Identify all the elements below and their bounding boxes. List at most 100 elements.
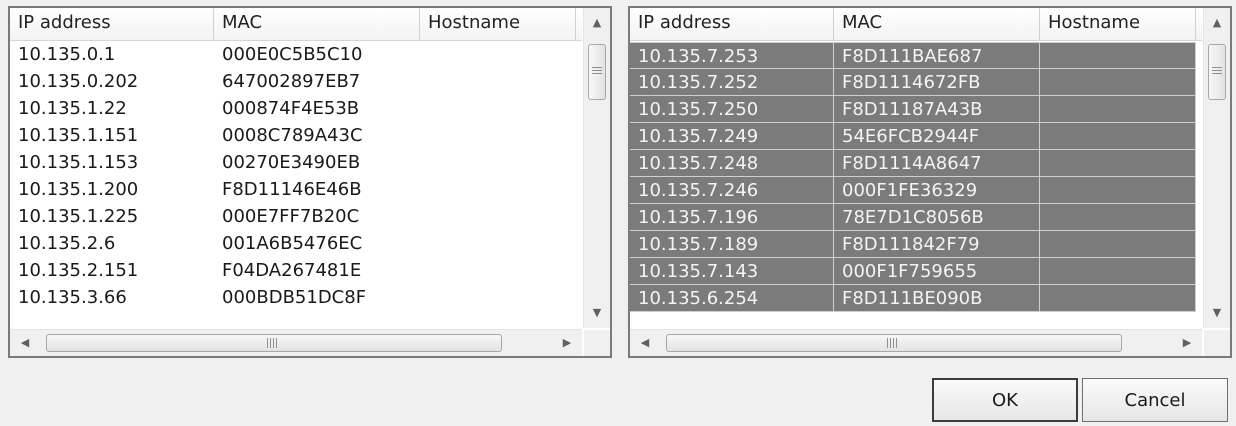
ip-cell: 10.135.7.249 [630,123,834,150]
ip-cell: 10.135.7.252 [630,69,834,96]
hostname-cell [420,68,576,95]
right-horizontal-scrollbar[interactable]: ◀ ▶ [630,329,1202,356]
table-row[interactable]: 10.135.2.151 F04DA267481E [10,257,582,284]
selected-table-row[interactable]: 10.135.7.196 78E7D1C8056B [630,204,1202,231]
scrollbar-corner [584,330,610,356]
hostname-cell [420,95,576,122]
selected-table-row[interactable]: 10.135.7.249 54E6FCB2944F [630,123,1202,150]
table-row[interactable]: 10.135.2.6 001A6B5476EC [10,230,582,257]
mac-cell: 647002897EB7 [222,71,361,92]
hostname-cell [420,230,576,257]
grip-icon [267,338,277,348]
mac-cell: F04DA267481E [222,260,362,281]
left-host-list[interactable]: IP address MAC Hostname 10.135.0.1 000E0C… [8,6,612,358]
ip-cell: 10.135.2.6 [18,233,116,254]
ip-cell: 10.135.7.143 [630,258,834,285]
hostname-cell [1040,285,1196,312]
grip-icon [1212,67,1222,76]
scroll-right-arrow-icon[interactable]: ▶ [554,330,580,356]
ip-cell: 10.135.7.250 [630,96,834,123]
selected-table-row[interactable]: 10.135.6.254 F8D111BE090B [630,285,1202,312]
ip-cell: 10.135.7.196 [630,204,834,231]
table-row[interactable]: 10.135.1.22 000874F4E53B [10,95,582,122]
column-header-hostname[interactable]: Hostname [420,8,576,40]
ip-cell: 10.135.1.200 [18,179,139,200]
mac-cell: 000BDB51DC8F [222,287,367,308]
column-header-mac[interactable]: MAC [834,8,1040,40]
selected-table-row[interactable]: 10.135.7.143 000F1F759655 [630,258,1202,285]
scroll-up-arrow-icon[interactable]: ▲ [1204,10,1230,36]
ip-cell: 10.135.1.225 [18,206,139,227]
column-header-ip[interactable]: IP address [10,8,214,40]
ip-cell: 10.135.3.66 [18,287,127,308]
table-row[interactable]: 10.135.0.202 647002897EB7 [10,68,582,95]
mac-cell: 000E7FF7B20C [222,206,360,227]
cancel-button[interactable]: Cancel [1082,378,1228,422]
column-header-ip[interactable]: IP address [630,8,834,40]
hostname-cell [420,122,576,149]
scroll-down-arrow-icon[interactable]: ▼ [584,300,610,326]
left-vertical-scrollbar[interactable]: ▲ ▼ [583,8,610,328]
selected-table-row[interactable]: 10.135.7.252 F8D1114672FB [630,69,1202,96]
hostname-cell [420,41,576,68]
mac-cell: F8D111BE090B [834,285,1040,312]
mac-cell: 000E0C5B5C10 [222,44,363,65]
right-vertical-scrollbar[interactable]: ▲ ▼ [1203,8,1230,328]
hostname-cell [420,203,576,230]
ip-cell: 10.135.7.189 [630,231,834,258]
scroll-left-arrow-icon[interactable]: ◀ [632,330,658,356]
horizontal-scroll-thumb[interactable] [666,334,1122,352]
hostname-cell [1040,231,1196,258]
column-header-hostname[interactable]: Hostname [1040,8,1196,40]
hostname-cell [1040,177,1196,204]
ip-cell: 10.135.0.202 [18,71,139,92]
table-row[interactable]: 10.135.1.200 F8D11146E46B [10,176,582,203]
mac-cell: 00270E3490EB [222,152,361,173]
column-header-mac[interactable]: MAC [214,8,420,40]
right-list-rows: 10.135.7.253 F8D111BAE687 10.135.7.252 F8D… [630,41,1202,328]
mac-cell: 000874F4E53B [222,98,360,119]
mac-cell: 000F1FE36329 [834,177,1040,204]
selected-table-row[interactable]: 10.135.7.248 F8D1114A8647 [630,150,1202,177]
table-row[interactable]: 10.135.0.1 000E0C5B5C10 [10,41,582,68]
right-list-header: IP address MAC Hostname [630,8,1202,41]
hostname-cell [420,257,576,284]
horizontal-scroll-thumb[interactable] [46,334,502,352]
mac-cell: 001A6B5476EC [222,233,363,254]
mac-cell: F8D1114A8647 [834,150,1040,177]
ip-cell: 10.135.2.151 [18,260,139,281]
ip-cell: 10.135.7.248 [630,150,834,177]
scroll-left-arrow-icon[interactable]: ◀ [12,330,38,356]
hostname-cell [1040,204,1196,231]
selected-table-row[interactable]: 10.135.7.250 F8D11187A43B [630,96,1202,123]
hostname-cell [420,284,576,311]
left-horizontal-scrollbar[interactable]: ◀ ▶ [10,329,582,356]
mac-cell: 54E6FCB2944F [834,123,1040,150]
right-host-list[interactable]: IP address MAC Hostname 10.135.7.253 F8D1… [628,6,1232,358]
mac-cell: 0008C789A43C [222,125,363,146]
selected-table-row[interactable]: 10.135.7.253 F8D111BAE687 [630,42,1202,69]
scroll-right-arrow-icon[interactable]: ▶ [1174,330,1200,356]
ip-cell: 10.135.7.253 [630,42,834,69]
selected-table-row[interactable]: 10.135.7.189 F8D111842F79 [630,231,1202,258]
vertical-scroll-thumb[interactable] [1208,44,1226,100]
hostname-cell [1040,96,1196,123]
mac-cell: 000F1F759655 [834,258,1040,285]
scrollbar-corner [1204,330,1230,356]
vertical-scroll-thumb[interactable] [588,44,606,100]
ok-button[interactable]: OK [932,378,1078,422]
scroll-up-arrow-icon[interactable]: ▲ [584,10,610,36]
mac-cell: F8D111BAE687 [834,42,1040,69]
ip-cell: 10.135.6.254 [630,285,834,312]
scroll-down-arrow-icon[interactable]: ▼ [1204,300,1230,326]
hostname-cell [1040,42,1196,69]
table-row[interactable]: 10.135.1.151 0008C789A43C [10,122,582,149]
mac-cell: F8D111842F79 [834,231,1040,258]
table-row[interactable]: 10.135.3.66 000BDB51DC8F [10,284,582,311]
ip-cell: 10.135.7.246 [630,177,834,204]
selected-table-row[interactable]: 10.135.7.246 000F1FE36329 [630,177,1202,204]
table-row[interactable]: 10.135.1.153 00270E3490EB [10,149,582,176]
hostname-cell [1040,69,1196,96]
ip-cell: 10.135.1.153 [18,152,139,173]
table-row[interactable]: 10.135.1.225 000E7FF7B20C [10,203,582,230]
